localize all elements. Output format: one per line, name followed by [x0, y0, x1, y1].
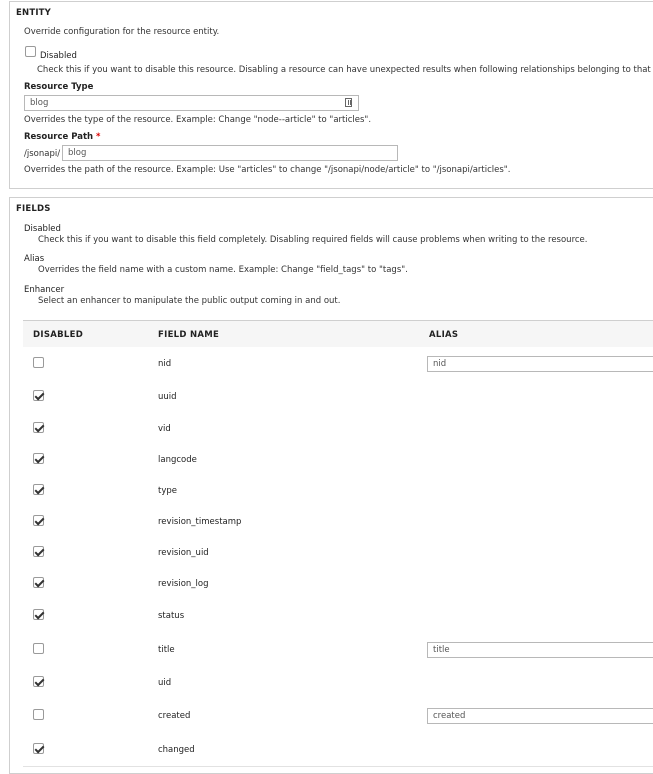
field-disabled-checkbox[interactable]: [33, 390, 44, 401]
resource-path-label: Resource Path *: [24, 132, 101, 142]
field-name: uuid: [158, 392, 177, 402]
field-disabled-checkbox[interactable]: [33, 577, 44, 588]
field-name: nid: [158, 359, 172, 369]
table-row: langcode: [23, 444, 653, 476]
field-disabled-checkbox[interactable]: [33, 357, 44, 368]
field-name: type: [158, 486, 177, 496]
field-alias-input[interactable]: title: [427, 642, 653, 658]
field-disabled-checkbox[interactable]: [33, 546, 44, 557]
field-alias-input[interactable]: created: [427, 708, 653, 724]
table-row: changed: [23, 733, 653, 767]
field-disabled-checkbox[interactable]: [33, 422, 44, 433]
field-name: title: [158, 645, 175, 655]
field-disabled-checkbox[interactable]: [33, 453, 44, 464]
resource-disabled-help: Check this if you want to disable this r…: [37, 65, 651, 75]
table-row: uuid: [23, 381, 653, 414]
field-name: revision_log: [158, 579, 209, 589]
field-disabled-checkbox[interactable]: [33, 743, 44, 754]
entity-description: Override configuration for the resource …: [24, 27, 220, 37]
table-row: revision_uid: [23, 537, 653, 569]
field-name: revision_uid: [158, 548, 209, 558]
field-alias-input[interactable]: nid: [427, 356, 653, 372]
field-disabled-checkbox[interactable]: [33, 484, 44, 495]
required-mark: *: [96, 132, 101, 142]
column-alias: ALIAS: [429, 330, 459, 340]
field-name: status: [158, 611, 185, 621]
field-disabled-checkbox[interactable]: [33, 515, 44, 526]
autocomplete-icon: [345, 98, 352, 107]
column-field-name: FIELD NAME: [158, 330, 220, 340]
field-name: created: [158, 711, 191, 721]
table-row: type: [23, 475, 653, 507]
field-name: uid: [158, 678, 172, 688]
resource-type-input[interactable]: blog: [24, 95, 359, 111]
resource-path-value: blog: [68, 148, 87, 158]
table-row: nid nid: [23, 347, 653, 382]
table-row: vid: [23, 413, 653, 445]
field-name: changed: [158, 745, 195, 755]
table-row: created created: [23, 699, 653, 734]
field-disabled-checkbox[interactable]: [33, 709, 44, 720]
fields-alias-desc: Overrides the field name with a custom n…: [38, 265, 408, 275]
entity-legend: ENTITY: [16, 8, 52, 18]
fields-enhancer-desc: Select an enhancer to manipulate the pub…: [38, 296, 341, 306]
resource-disabled-checkbox[interactable]: [25, 46, 36, 57]
resource-type-value: blog: [30, 98, 49, 108]
fields-disabled-title: Disabled: [24, 224, 61, 234]
field-name: vid: [158, 424, 171, 434]
field-name: revision_timestamp: [158, 517, 242, 527]
table-row: status: [23, 600, 653, 633]
field-name: langcode: [158, 455, 197, 465]
resource-path-input[interactable]: blog: [62, 145, 398, 161]
table-row: title title: [23, 632, 653, 668]
table-row: uid: [23, 667, 653, 700]
field-alias-value: created: [433, 711, 466, 721]
resource-path-label-text: Resource Path: [24, 132, 94, 142]
fields-legend: FIELDS: [16, 204, 51, 214]
field-disabled-checkbox[interactable]: [33, 676, 44, 687]
column-disabled: DISABLED: [33, 330, 84, 340]
fields-table-header: DISABLED FIELD NAME ALIAS: [23, 320, 653, 349]
resource-type-label: Resource Type: [24, 82, 94, 92]
table-row: revision_log: [23, 568, 653, 601]
path-prefix: /jsonapi/: [24, 149, 61, 159]
fields-alias-title: Alias: [24, 254, 45, 264]
table-row: revision_timestamp: [23, 506, 653, 538]
field-disabled-checkbox[interactable]: [33, 643, 44, 654]
fields-disabled-desc: Check this if you want to disable this f…: [38, 235, 588, 245]
field-alias-value: title: [433, 645, 450, 655]
resource-disabled-label: Disabled: [40, 51, 77, 61]
field-alias-value: nid: [433, 359, 447, 369]
fields-enhancer-title: Enhancer: [24, 285, 65, 295]
resource-path-help: Overrides the path of the resource. Exam…: [24, 165, 511, 175]
field-disabled-checkbox[interactable]: [33, 609, 44, 620]
resource-type-help: Overrides the type of the resource. Exam…: [24, 115, 372, 125]
